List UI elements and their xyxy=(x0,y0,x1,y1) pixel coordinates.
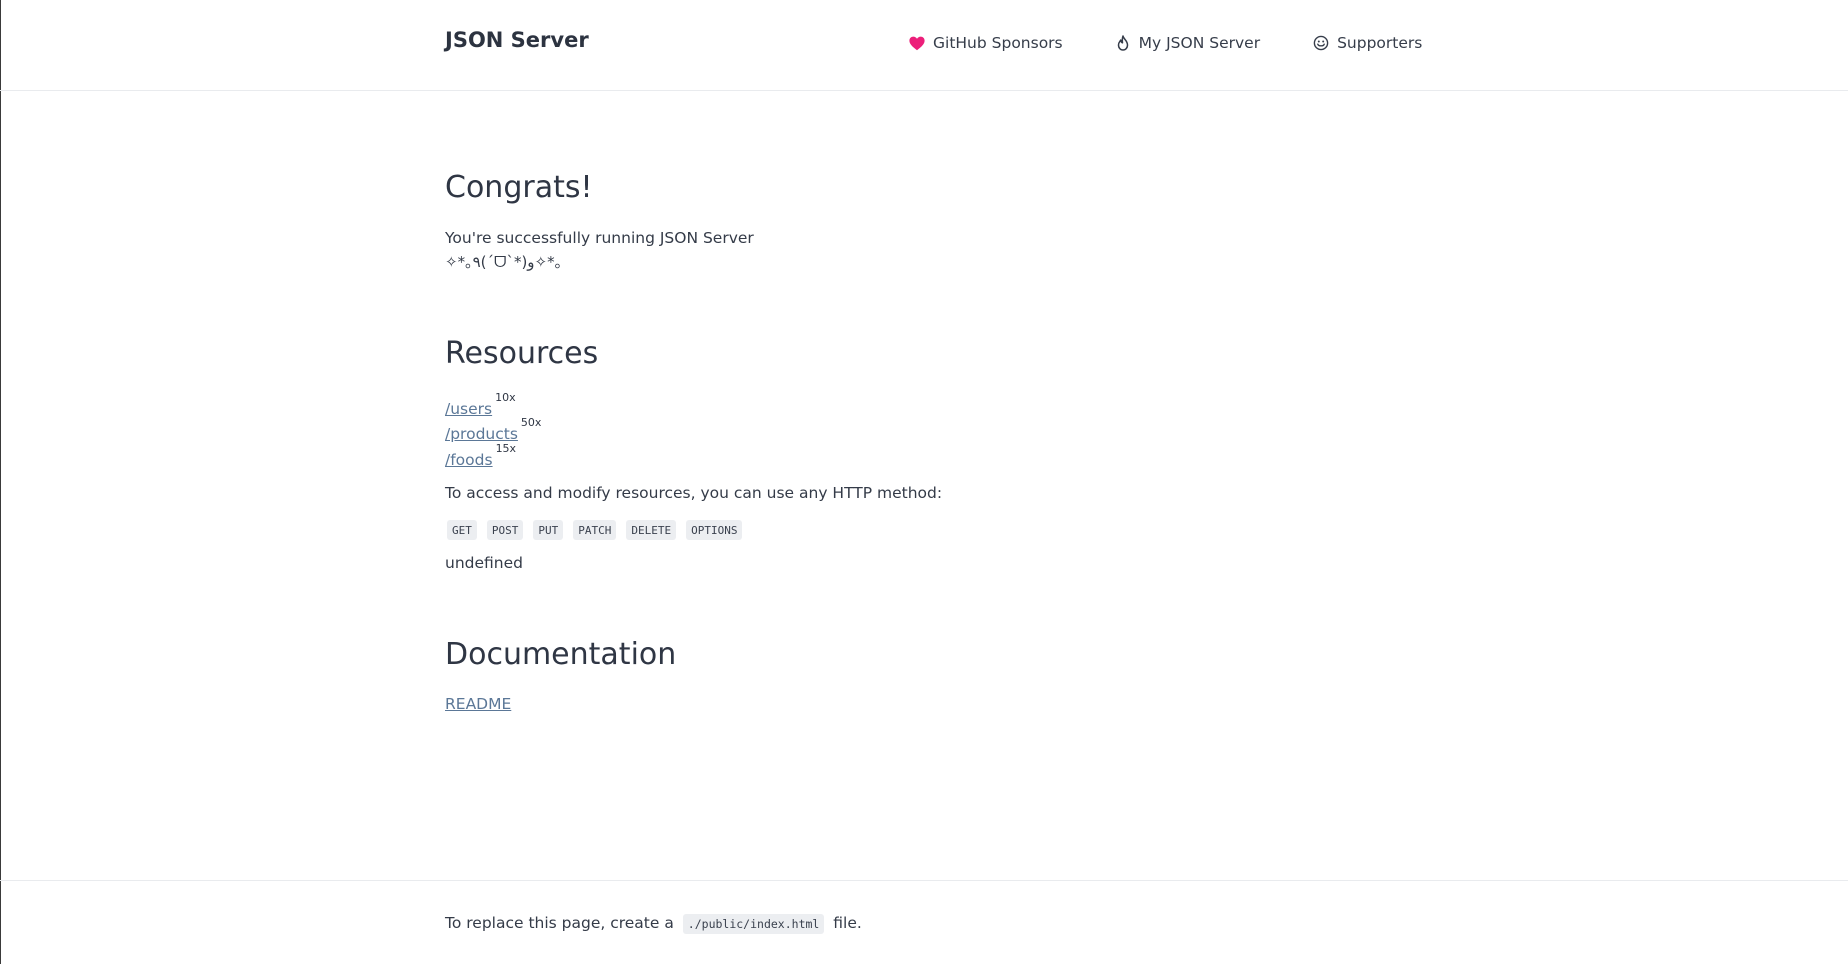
http-methods-list: GET POST PUT PATCH DELETE OPTIONS xyxy=(447,520,752,540)
method-put: PUT xyxy=(533,520,564,540)
nav-supporters-label: Supporters xyxy=(1337,34,1423,52)
resource-count: 50x xyxy=(520,416,542,429)
footer-code-path: ./public/index.html xyxy=(682,914,825,934)
heart-icon xyxy=(908,34,926,52)
documentation-heading: Documentation xyxy=(445,637,677,672)
footer-text-after: file. xyxy=(833,914,862,932)
flame-icon xyxy=(1114,34,1132,52)
resource-count: 10x xyxy=(495,391,516,404)
resource-link-products[interactable]: /products xyxy=(445,425,518,443)
nav-supporters[interactable]: Supporters xyxy=(1312,34,1422,52)
nav-github-sponsors[interactable]: GitHub Sponsors xyxy=(908,34,1063,52)
resource-item: /foods15x xyxy=(445,442,516,469)
method-post: POST xyxy=(486,520,524,540)
kaomoji-text: ✧*｡٩(ˊᗜˋ*)و✧*｡ xyxy=(445,253,563,271)
nav-my-json-server[interactable]: My JSON Server xyxy=(1114,34,1260,52)
method-patch: PATCH xyxy=(573,520,617,540)
resource-item: /users10x xyxy=(445,391,516,418)
resource-count: 15x xyxy=(495,442,517,455)
resources-heading: Resources xyxy=(445,336,599,371)
page-footer: To replace this page, create a ./public/… xyxy=(0,880,1848,965)
congrats-heading: Congrats! xyxy=(445,170,593,205)
top-nav: GitHub Sponsors My JSON Server Supporter… xyxy=(908,32,1422,54)
access-description: To access and modify resources, you can … xyxy=(445,484,943,502)
undefined-text: undefined xyxy=(445,554,523,572)
success-message: You're successfully running JSON Server xyxy=(445,229,754,247)
nav-github-sponsors-label: GitHub Sponsors xyxy=(933,34,1063,52)
brand-title[interactable]: JSON Server xyxy=(445,28,589,52)
method-get: GET xyxy=(447,520,477,540)
nav-my-json-server-label: My JSON Server xyxy=(1138,34,1261,52)
smiley-icon xyxy=(1312,34,1330,52)
readme-link[interactable]: README xyxy=(445,695,511,713)
method-options: OPTIONS xyxy=(686,520,743,540)
footer-text-before: To replace this page, create a xyxy=(445,914,674,932)
top-header: JSON Server GitHub Sponsors My JSON Serv… xyxy=(0,0,1848,91)
method-delete: DELETE xyxy=(626,520,677,540)
resource-link-foods[interactable]: /foods xyxy=(445,451,493,469)
resource-item: /products50x xyxy=(445,416,541,443)
footer-note: To replace this page, create a ./public/… xyxy=(445,914,862,934)
window-left-edge xyxy=(0,0,1,964)
resource-link-users[interactable]: /users xyxy=(445,400,492,418)
